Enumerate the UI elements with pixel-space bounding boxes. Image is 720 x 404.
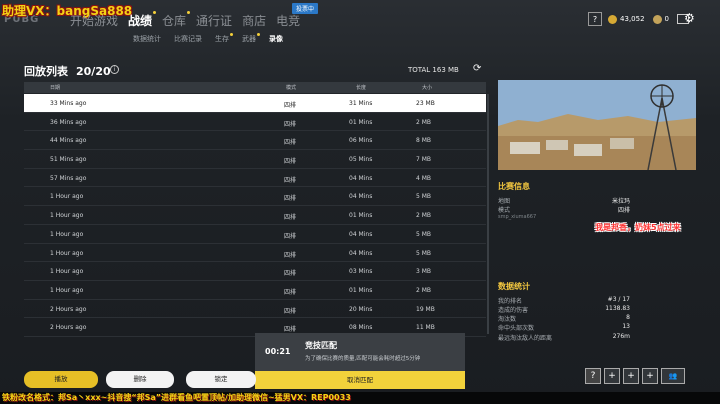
info-icon[interactable]: i <box>110 65 119 74</box>
table-row[interactable]: 1 Hour ago 四排 01 Mins 2 MB <box>24 206 486 225</box>
total-size: TOTAL 163 MB <box>408 66 459 74</box>
table-row[interactable]: 1 Hour ago 四排 04 Mins 5 MB <box>24 225 486 244</box>
stat-label: 淘汰数 <box>498 316 517 323</box>
mode-label: 模式 <box>498 207 511 214</box>
col-size[interactable]: 大小 <box>422 84 432 91</box>
table-row[interactable]: 1 Hour ago 四排 04 Mins 5 MB <box>24 187 486 207</box>
replay-list-title: 回放列表 20/20 <box>24 65 111 78</box>
map-value: 米拉玛 <box>611 198 630 205</box>
cancel-matchmaking-button[interactable]: 取消匹配 <box>255 371 465 389</box>
add-teammate-button[interactable]: + <box>642 368 658 384</box>
table-row[interactable]: 33 Mins ago 四排 31 Mins 23 MB <box>24 94 486 113</box>
table-row[interactable]: 51 Mins ago 四排 05 Mins 7 MB <box>24 150 486 169</box>
stat-value: 8 <box>626 314 630 321</box>
refresh-icon[interactable]: ⟳ <box>473 63 481 74</box>
col-mode[interactable]: 模式 <box>286 84 296 91</box>
stat-value: #3 / 17 <box>607 296 630 303</box>
map-preview-image <box>498 80 696 170</box>
top-nav-bar: PUBG 助理VX：bangSa888 开始游戏 战绩 仓库 通行证 商店 电竞… <box>0 0 720 32</box>
nav-play[interactable]: 开始游戏 <box>70 12 118 29</box>
stat-value: 13 <box>622 323 630 330</box>
table-row[interactable]: 1 Hour ago 四排 03 Mins 3 MB <box>24 262 486 281</box>
squad-bar: ? + + + 👥 <box>585 368 688 384</box>
add-teammate-button[interactable]: + <box>604 368 620 384</box>
g-coin-amount: 0 <box>664 15 669 23</box>
stat-label: 我的排名 <box>498 298 523 305</box>
replay-rows: 33 Mins ago 四排 31 Mins 23 MB 36 Mins ago 四排 0… <box>24 94 486 337</box>
matchmaking-popup: 00:21 竞技匹配 为了确保比赛的质量,匹配可能会耗时超过5分钟 取消匹配 <box>255 333 465 389</box>
table-row[interactable]: 44 Mins ago 四排 06 Mins 8 MB <box>24 131 486 151</box>
table-row[interactable]: 1 Hour ago 四排 01 Mins 2 MB <box>24 281 486 300</box>
delete-button[interactable]: 删除 <box>106 371 174 388</box>
stream-caption: 我是邦香，奶妹5点过来 <box>595 223 681 232</box>
subnav-stats[interactable]: 数据统计 <box>133 34 161 44</box>
stat-value: 1138.83 <box>605 305 630 312</box>
matchmaking-desc: 为了确保比赛的质量,匹配可能会耗时超过5分钟 <box>305 356 421 362</box>
nav-store[interactable]: 商店 <box>242 12 266 29</box>
subnav-replays[interactable]: 录像 <box>269 34 283 44</box>
stream-ticker: 铁粉改名格式：邦Sa丶xxx~抖音搜“邦Sa”进群看鱼吧置顶帖/加助理微信~猛男… <box>0 392 720 404</box>
lock-button[interactable]: 锁定 <box>186 371 256 388</box>
sub-nav: 数据统计 比赛记录 生存 武器 录像 <box>133 33 296 44</box>
nav-career[interactable]: 战绩 <box>128 11 157 29</box>
nav-inventory[interactable]: 仓库 <box>162 11 191 29</box>
subnav-survival[interactable]: 生存 <box>215 33 233 44</box>
replay-count: 20/20 <box>76 65 111 78</box>
stat-value: 276m <box>612 333 630 340</box>
replay-table-header: 日期 模式 长度 大小 <box>24 82 486 93</box>
notification-dot <box>230 33 233 36</box>
play-button[interactable]: 播放 <box>24 371 98 388</box>
main-nav: 开始游戏 战绩 仓库 通行证 商店 电竞 <box>70 11 310 29</box>
notification-dot <box>187 11 191 14</box>
col-date[interactable]: 日期 <box>50 84 60 91</box>
help-icon[interactable]: ? <box>588 12 603 26</box>
subnav-weapons[interactable]: 武器 <box>242 33 260 44</box>
friends-icon[interactable]: 👥 <box>661 368 685 384</box>
replay-scrollbar[interactable] <box>487 94 489 334</box>
notification-dot <box>257 33 260 36</box>
map-tag: smp_xiuma667 <box>498 214 537 220</box>
nav-pass[interactable]: 通行证 <box>196 12 232 29</box>
match-info-title: 比赛信息 <box>498 182 530 191</box>
g-coin-icon <box>652 14 662 24</box>
mode-value: 四排 <box>617 207 630 214</box>
table-row[interactable]: 1 Hour ago 四排 04 Mins 5 MB <box>24 244 486 263</box>
stats-title: 数据统计 <box>498 282 530 291</box>
gear-icon[interactable]: ⚙ <box>684 12 696 24</box>
squad-help-icon[interactable]: ? <box>585 368 601 384</box>
table-row[interactable]: 2 Hours ago 四排 20 Mins 19 MB <box>24 300 486 319</box>
matchmaking-title: 竞技匹配 <box>305 341 337 350</box>
table-row[interactable]: 36 Mins ago 四排 01 Mins 2 MB <box>24 113 486 132</box>
subnav-matches[interactable]: 比赛记录 <box>174 34 202 44</box>
table-row[interactable]: 57 Mins ago 四排 04 Mins 4 MB <box>24 169 486 188</box>
currency-bar: ? 43,052 0 <box>588 12 694 26</box>
col-length[interactable]: 长度 <box>356 84 366 91</box>
esports-vote-badge: 投票中 <box>292 3 319 14</box>
stat-label: 造成的伤害 <box>498 307 529 314</box>
nav-esports[interactable]: 电竞 <box>276 12 300 29</box>
stat-label: 命中头部次数 <box>498 325 535 332</box>
stat-label: 最远淘汰敌人的距离 <box>498 335 553 342</box>
add-teammate-button[interactable]: + <box>623 368 639 384</box>
map-label: 地图 <box>498 198 511 205</box>
bp-coin-icon <box>608 14 618 24</box>
notification-dot <box>153 11 157 14</box>
bp-amount: 43,052 <box>620 15 645 23</box>
matchmaking-timer: 00:21 <box>265 347 291 356</box>
